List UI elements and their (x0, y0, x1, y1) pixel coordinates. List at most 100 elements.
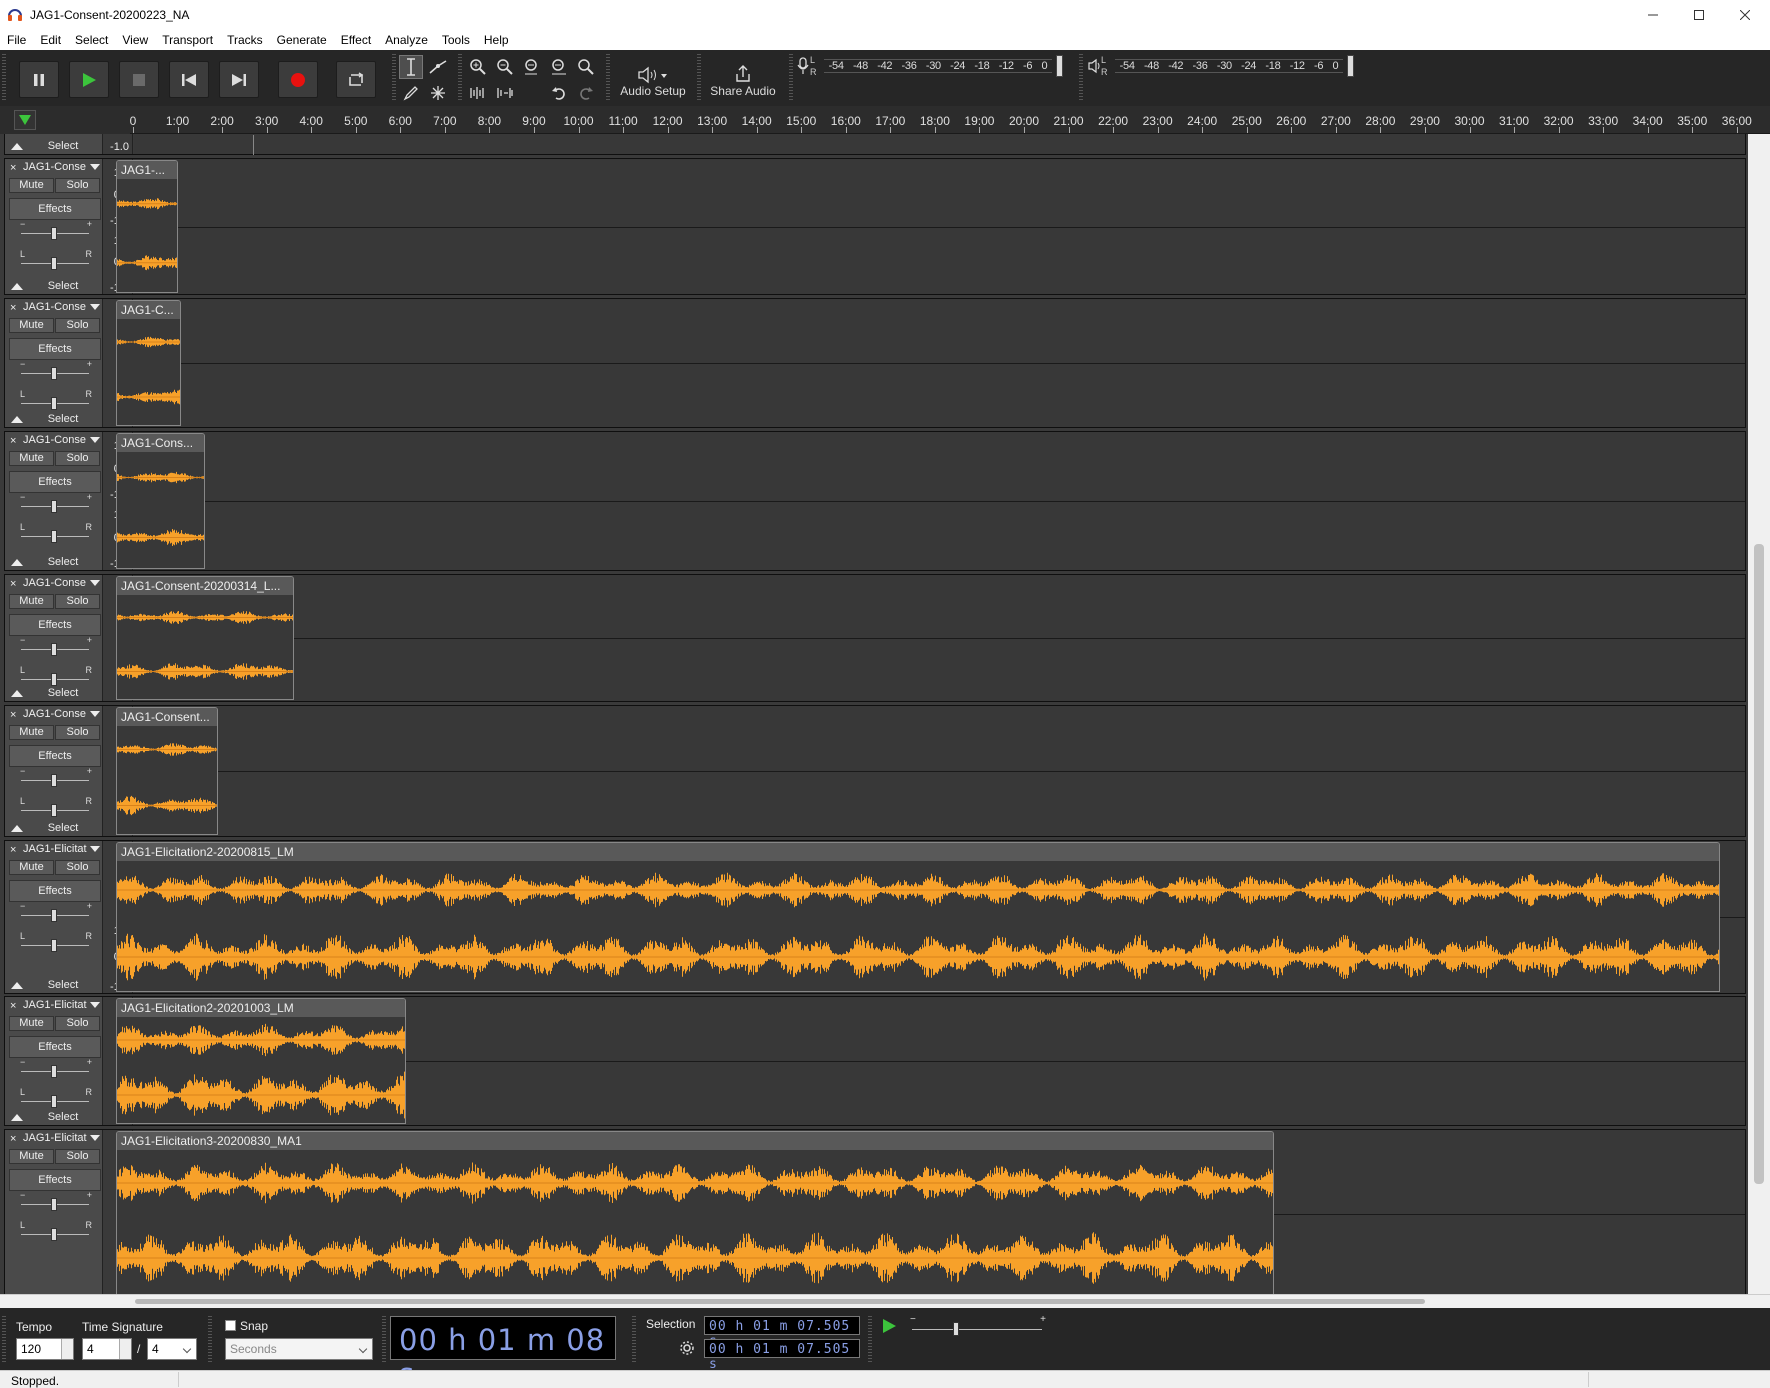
gain-slider[interactable]: − + (17, 901, 93, 923)
close-track-button[interactable]: × (10, 578, 20, 590)
redo-button[interactable] (574, 81, 598, 105)
menu-transport[interactable]: Transport (155, 30, 220, 50)
menu-tools[interactable]: Tools (435, 30, 477, 50)
toolbar-grip[interactable] (868, 1316, 872, 1362)
toolbar-grip[interactable] (208, 1316, 212, 1362)
effects-button[interactable]: Effects (9, 880, 101, 902)
selection-start-display[interactable]: 00 h 01 m 07.505 s (704, 1316, 860, 1349)
clip-title-bar[interactable]: JAG1-... (117, 161, 177, 179)
pan-slider[interactable]: LR (17, 931, 93, 953)
pan-slider[interactable]: LR (17, 1087, 93, 1109)
gear-icon[interactable] (679, 1340, 695, 1356)
multi-tool[interactable] (426, 81, 450, 105)
track-select-button[interactable]: Select (25, 412, 101, 426)
audio-clip[interactable]: JAG1-Elicitation2-20201003_LM (116, 998, 406, 1124)
slider-knob[interactable] (51, 397, 57, 410)
vertical-scrollbar[interactable] (1748, 134, 1770, 1294)
fit-project-button[interactable] (547, 55, 571, 79)
time-signature-denominator[interactable]: 4 (147, 1338, 197, 1360)
track-menu-arrow-icon[interactable] (90, 580, 100, 586)
clip-title-bar[interactable]: JAG1-Elicitation2-20200815_LM (117, 843, 1719, 861)
solo-button[interactable]: Solo (55, 318, 100, 333)
effects-button[interactable]: Effects (9, 1036, 101, 1058)
time-signature-numerator[interactable]: 4 (82, 1338, 132, 1360)
pan-slider[interactable]: LR (17, 1220, 93, 1242)
slider-knob[interactable] (51, 1095, 57, 1108)
collapse-track-icon[interactable] (11, 143, 23, 150)
clip-title-bar[interactable]: JAG1-Elicitation2-20201003_LM (117, 999, 405, 1017)
clip-title-bar[interactable]: JAG1-C... (117, 301, 180, 319)
solo-button[interactable]: Solo (55, 860, 100, 875)
mute-button[interactable]: Mute (9, 1149, 54, 1164)
gain-slider[interactable]: − + (17, 359, 93, 381)
effects-button[interactable]: Effects (9, 471, 101, 493)
track-menu-arrow-icon[interactable] (90, 1135, 100, 1141)
audio-clip[interactable]: JAG1-C... (116, 300, 181, 426)
minimize-button[interactable] (1630, 0, 1676, 30)
track-select-button[interactable]: Select (25, 1110, 101, 1124)
gain-slider[interactable]: − + (17, 1190, 93, 1212)
selection-tool[interactable] (399, 55, 423, 79)
gain-slider[interactable]: − + (17, 1057, 93, 1079)
audio-clip[interactable]: JAG1-Cons... (116, 433, 205, 569)
timeline-ruler[interactable]: 0 1:00 2:00 3:00 4:00 5:00 6:00 7:00 8:00 9:00 10:… (0, 106, 1770, 134)
record-meter-handle[interactable] (1056, 55, 1063, 77)
track-select-button[interactable]: Select (25, 279, 101, 293)
vertical-scroll-thumb[interactable] (1754, 544, 1764, 1184)
menu-help[interactable]: Help (477, 30, 516, 50)
menu-analyze[interactable]: Analyze (378, 30, 435, 50)
pan-slider[interactable]: LR (17, 522, 93, 544)
clip-title-bar[interactable]: JAG1-Consent... (117, 708, 217, 726)
snap-unit-select[interactable]: Seconds (225, 1338, 373, 1360)
toolbar-grip[interactable] (392, 54, 396, 102)
slider-knob[interactable] (51, 939, 57, 952)
spinner-arrows[interactable] (61, 1339, 73, 1359)
slider-knob[interactable] (51, 227, 57, 240)
track-menu-arrow-icon[interactable] (90, 711, 100, 717)
toolbar-grip[interactable] (789, 54, 793, 102)
slider-knob[interactable] (51, 530, 57, 543)
audio-clip[interactable]: JAG1-... (116, 160, 178, 293)
play-at-speed-button[interactable] (880, 1317, 902, 1337)
close-track-button[interactable]: × (10, 1000, 20, 1012)
pin-playhead-button[interactable] (14, 110, 36, 130)
collapse-track-icon[interactable] (11, 416, 23, 423)
effects-button[interactable]: Effects (9, 198, 101, 220)
close-track-button[interactable]: × (10, 435, 20, 447)
collapse-track-icon[interactable] (11, 690, 23, 697)
selection-end-display[interactable]: 00 h 01 m 07.505 s (704, 1339, 860, 1372)
audio-clip[interactable]: JAG1-Elicitation2-20200815_LM (116, 842, 1720, 992)
menu-effect[interactable]: Effect (334, 30, 378, 50)
toolbar-grip[interactable] (2, 54, 6, 102)
playback-meter-handle[interactable] (1347, 55, 1354, 77)
track-lane[interactable] (134, 134, 1745, 154)
solo-button[interactable]: Solo (55, 451, 100, 466)
stop-button[interactable] (119, 61, 159, 98)
effects-button[interactable]: Effects (9, 1169, 101, 1191)
loop-button[interactable] (336, 61, 376, 98)
close-track-button[interactable]: × (10, 162, 20, 174)
track-select-button[interactable]: Select (25, 686, 101, 700)
gain-slider[interactable]: − + (17, 635, 93, 657)
zoom-toggle-button[interactable] (574, 55, 598, 79)
record-meter[interactable]: L R -54 -48 -42 -36 -30 -24 -18 -12 -6 0 (796, 53, 1082, 79)
track-menu-arrow-icon[interactable] (90, 164, 100, 170)
share-audio-button[interactable]: Share Audio (704, 54, 782, 102)
play-button[interactable] (69, 61, 109, 98)
record-button[interactable] (278, 61, 318, 98)
solo-button[interactable]: Solo (55, 594, 100, 609)
skip-to-start-button[interactable] (169, 61, 209, 98)
track-select-button[interactable]: Select (25, 978, 101, 992)
mute-button[interactable]: Mute (9, 860, 54, 875)
slider-knob[interactable] (51, 500, 57, 513)
tempo-spinner[interactable]: 120 (16, 1338, 74, 1360)
menu-select[interactable]: Select (68, 30, 115, 50)
zoom-in-button[interactable] (466, 55, 490, 79)
slider-knob[interactable] (51, 643, 57, 656)
track-menu-arrow-icon[interactable] (90, 1002, 100, 1008)
pause-button[interactable] (19, 61, 59, 98)
pan-slider[interactable]: LR (17, 249, 93, 271)
pan-slider[interactable]: LR (17, 796, 93, 818)
close-track-button[interactable]: × (10, 1133, 20, 1145)
toolbar-grip[interactable] (632, 1316, 636, 1362)
